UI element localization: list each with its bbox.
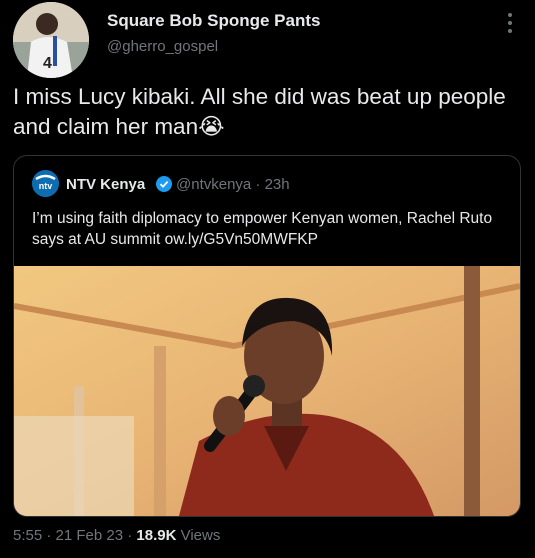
author-avatar[interactable]: 4	[13, 2, 89, 78]
avatar-photo: 4	[13, 2, 89, 78]
author-name[interactable]: Square Bob Sponge Pants	[107, 11, 320, 31]
author-handle[interactable]: @gherro_gospel	[107, 38, 218, 55]
quoted-tweet-photo[interactable]	[14, 266, 520, 516]
more-options-icon[interactable]	[500, 10, 520, 36]
quoted-tweet-card[interactable]: ntv NTV Kenya @ntvkenya · 23h I’m using …	[13, 155, 521, 517]
views-label: Views	[176, 527, 221, 544]
avatar-jersey-number: 4	[43, 55, 52, 72]
ntv-logo-text: ntv	[39, 181, 53, 191]
ntv-logo[interactable]: ntv	[32, 170, 59, 197]
tweet-time-date[interactable]: 5:55 · 21 Feb 23 ·	[13, 527, 136, 544]
views-count: 18.9K	[136, 527, 177, 544]
verified-badge-icon	[156, 176, 172, 192]
quoted-tweet-text: I’m using faith diplomacy to empower Ken…	[32, 210, 493, 248]
tweet-text: I miss Lucy kibaki. All she did was beat…	[13, 84, 506, 139]
tweet-meta: 5:55 · 21 Feb 23 · 18.9K Views	[13, 527, 220, 544]
ntv-logo-icon: ntv	[32, 170, 59, 197]
quoted-author-name[interactable]: NTV Kenya	[66, 176, 145, 193]
quoted-handle-time[interactable]: @ntvkenya · 23h	[176, 176, 290, 193]
